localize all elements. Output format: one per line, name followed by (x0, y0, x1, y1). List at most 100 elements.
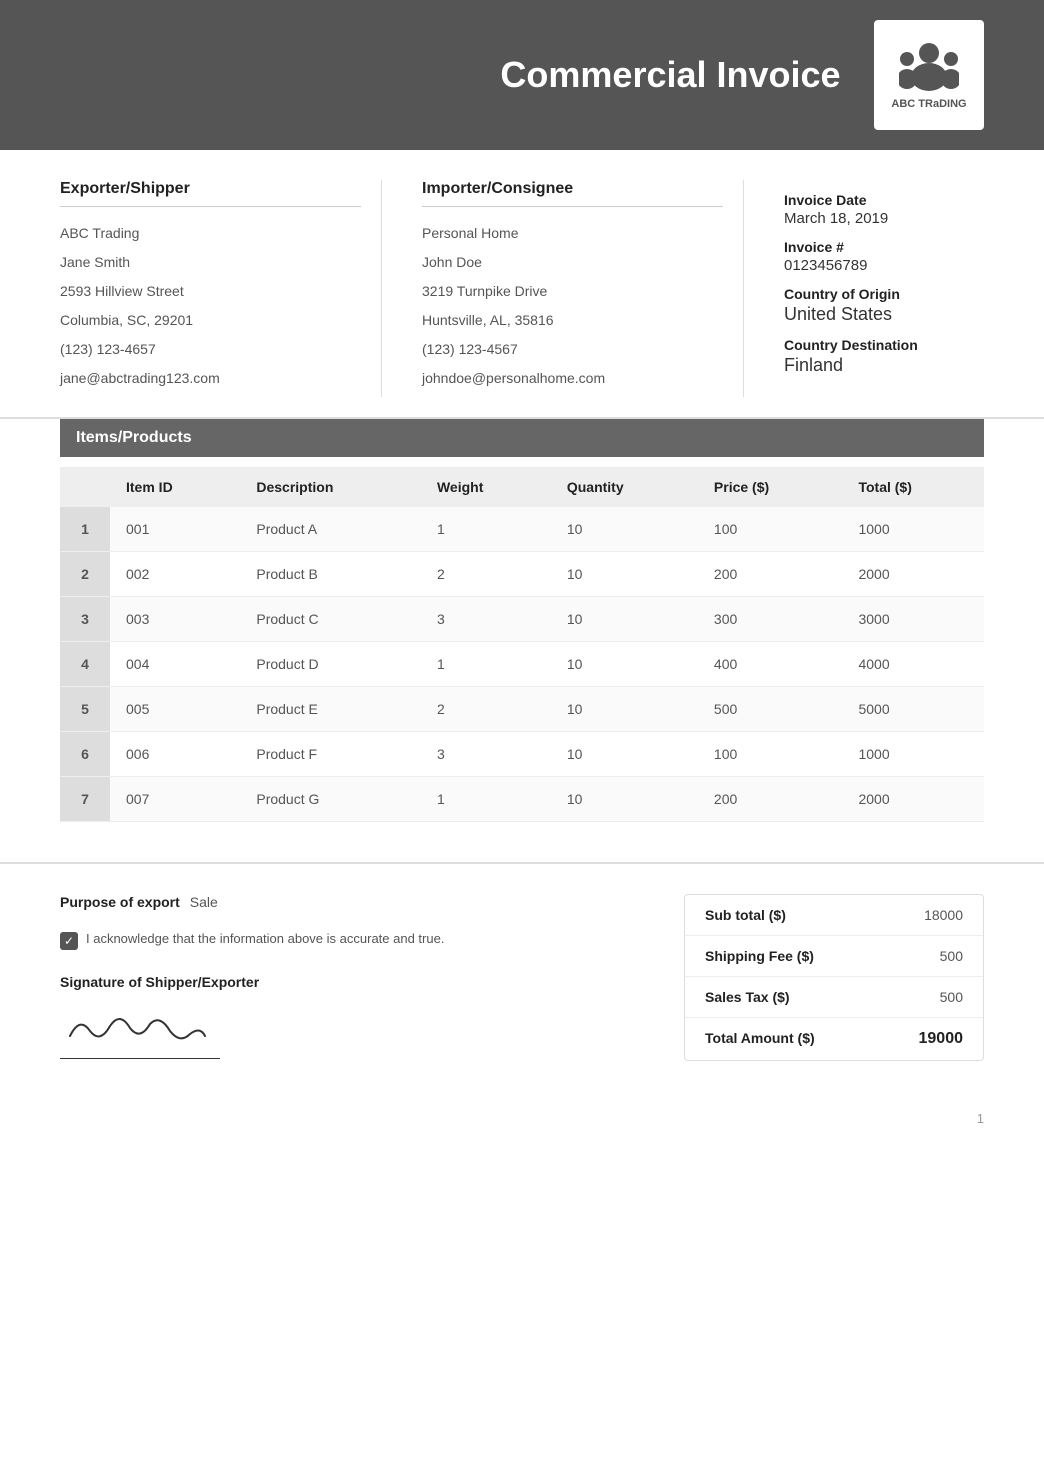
purpose-value: Sale (190, 894, 218, 910)
row-item-id: 006 (110, 732, 240, 777)
row-quantity: 10 (551, 732, 698, 777)
purpose-label: Purpose of export (60, 894, 180, 910)
row-quantity: 10 (551, 597, 698, 642)
row-item-id: 004 (110, 642, 240, 687)
total-row: Total Amount ($) 19000 (685, 1018, 983, 1060)
row-quantity: 10 (551, 507, 698, 552)
row-quantity: 10 (551, 777, 698, 822)
logo-text: ABC TRaDING (891, 98, 966, 111)
col-header-price: Price ($) (698, 467, 843, 507)
exporter-name: Jane Smith (60, 252, 361, 273)
footer-section: Purpose of export Sale ✓ I acknowledge t… (0, 862, 1044, 1101)
shipping-label: Shipping Fee ($) (705, 948, 814, 964)
page-title: Commercial Invoice (467, 54, 874, 96)
row-price: 200 (698, 777, 843, 822)
importer-address1: 3219 Turnpike Drive (422, 281, 723, 302)
tax-row: Sales Tax ($) 500 (685, 977, 983, 1018)
row-weight: 1 (421, 507, 551, 552)
tax-label: Sales Tax ($) (705, 989, 790, 1005)
row-price: 400 (698, 642, 843, 687)
invoice-date-value: March 18, 2019 (784, 210, 984, 227)
row-item-id: 007 (110, 777, 240, 822)
exporter-label: Exporter/Shipper (60, 180, 361, 207)
subtotal-value: 18000 (924, 907, 963, 923)
row-total: 5000 (842, 687, 984, 732)
table-row: 4 004 Product D 1 10 400 4000 (60, 642, 984, 687)
total-label: Total Amount ($) (705, 1030, 815, 1048)
row-weight: 2 (421, 687, 551, 732)
row-number: 1 (60, 507, 110, 552)
importer-address2: Huntsville, AL, 35816 (422, 310, 723, 331)
table-row: 6 006 Product F 3 10 100 1000 (60, 732, 984, 777)
shipping-row: Shipping Fee ($) 500 (685, 936, 983, 977)
info-section: Exporter/Shipper ABC Trading Jane Smith … (0, 150, 1044, 419)
table-row: 3 003 Product C 3 10 300 3000 (60, 597, 984, 642)
company-logo: ABC TRaDING (874, 20, 984, 130)
row-description: Product G (240, 777, 421, 822)
acknowledge-row: ✓ I acknowledge that the information abo… (60, 930, 654, 950)
purpose-row: Purpose of export Sale (60, 894, 654, 910)
invoice-date-label: Invoice Date (784, 192, 984, 208)
row-quantity: 10 (551, 642, 698, 687)
items-section: Items/Products Item ID Description Weigh… (0, 419, 1044, 842)
row-number: 6 (60, 732, 110, 777)
col-header-description: Description (240, 467, 421, 507)
row-weight: 2 (421, 552, 551, 597)
importer-label: Importer/Consignee (422, 180, 723, 207)
row-number: 5 (60, 687, 110, 732)
page-number: 1 (0, 1101, 1044, 1146)
row-description: Product F (240, 732, 421, 777)
row-description: Product A (240, 507, 421, 552)
acknowledge-checkbox[interactable]: ✓ (60, 932, 78, 950)
row-weight: 1 (421, 642, 551, 687)
row-total: 1000 (842, 732, 984, 777)
row-number: 4 (60, 642, 110, 687)
row-price: 300 (698, 597, 843, 642)
country-origin-label: Country of Origin (784, 286, 984, 302)
row-weight: 3 (421, 732, 551, 777)
row-number: 2 (60, 552, 110, 597)
row-item-id: 001 (110, 507, 240, 552)
exporter-email: jane@abctrading123.com (60, 368, 361, 389)
row-price: 500 (698, 687, 843, 732)
row-item-id: 003 (110, 597, 240, 642)
invoice-meta-block: Invoice Date March 18, 2019 Invoice # 01… (764, 180, 984, 397)
table-row: 1 001 Product A 1 10 100 1000 (60, 507, 984, 552)
invoice-number-value: 0123456789 (784, 257, 984, 274)
totals-box: Sub total ($) 18000 Shipping Fee ($) 500… (684, 894, 984, 1061)
row-total: 3000 (842, 597, 984, 642)
table-row: 5 005 Product E 2 10 500 5000 (60, 687, 984, 732)
signature-label: Signature of Shipper/Exporter (60, 974, 654, 990)
row-price: 100 (698, 732, 843, 777)
page-header: Commercial Invoice ABC TRaDING (0, 0, 1044, 150)
importer-block: Importer/Consignee Personal Home John Do… (402, 180, 744, 397)
row-weight: 3 (421, 597, 551, 642)
row-weight: 1 (421, 777, 551, 822)
exporter-block: Exporter/Shipper ABC Trading Jane Smith … (60, 180, 382, 397)
invoice-number-label: Invoice # (784, 239, 984, 255)
signature-image (60, 1006, 210, 1046)
col-header-weight: Weight (421, 467, 551, 507)
exporter-phone: (123) 123-4657 (60, 339, 361, 360)
exporter-address2: Columbia, SC, 29201 (60, 310, 361, 331)
table-row: 2 002 Product B 2 10 200 2000 (60, 552, 984, 597)
row-item-id: 005 (110, 687, 240, 732)
importer-name: John Doe (422, 252, 723, 273)
items-table: Item ID Description Weight Quantity Pric… (60, 467, 984, 822)
total-value: 19000 (919, 1030, 964, 1048)
country-destination-label: Country Destination (784, 337, 984, 353)
row-price: 200 (698, 552, 843, 597)
col-header-num (60, 467, 110, 507)
country-origin-value: United States (784, 304, 984, 325)
row-quantity: 10 (551, 687, 698, 732)
col-header-total: Total ($) (842, 467, 984, 507)
exporter-company: ABC Trading (60, 223, 361, 244)
country-destination-value: Finland (784, 355, 984, 376)
row-number: 3 (60, 597, 110, 642)
importer-phone: (123) 123-4567 (422, 339, 723, 360)
items-section-title: Items/Products (60, 419, 984, 457)
logo-icon (899, 39, 959, 94)
importer-email: johndoe@personalhome.com (422, 368, 723, 389)
row-total: 1000 (842, 507, 984, 552)
tax-value: 500 (940, 989, 963, 1005)
